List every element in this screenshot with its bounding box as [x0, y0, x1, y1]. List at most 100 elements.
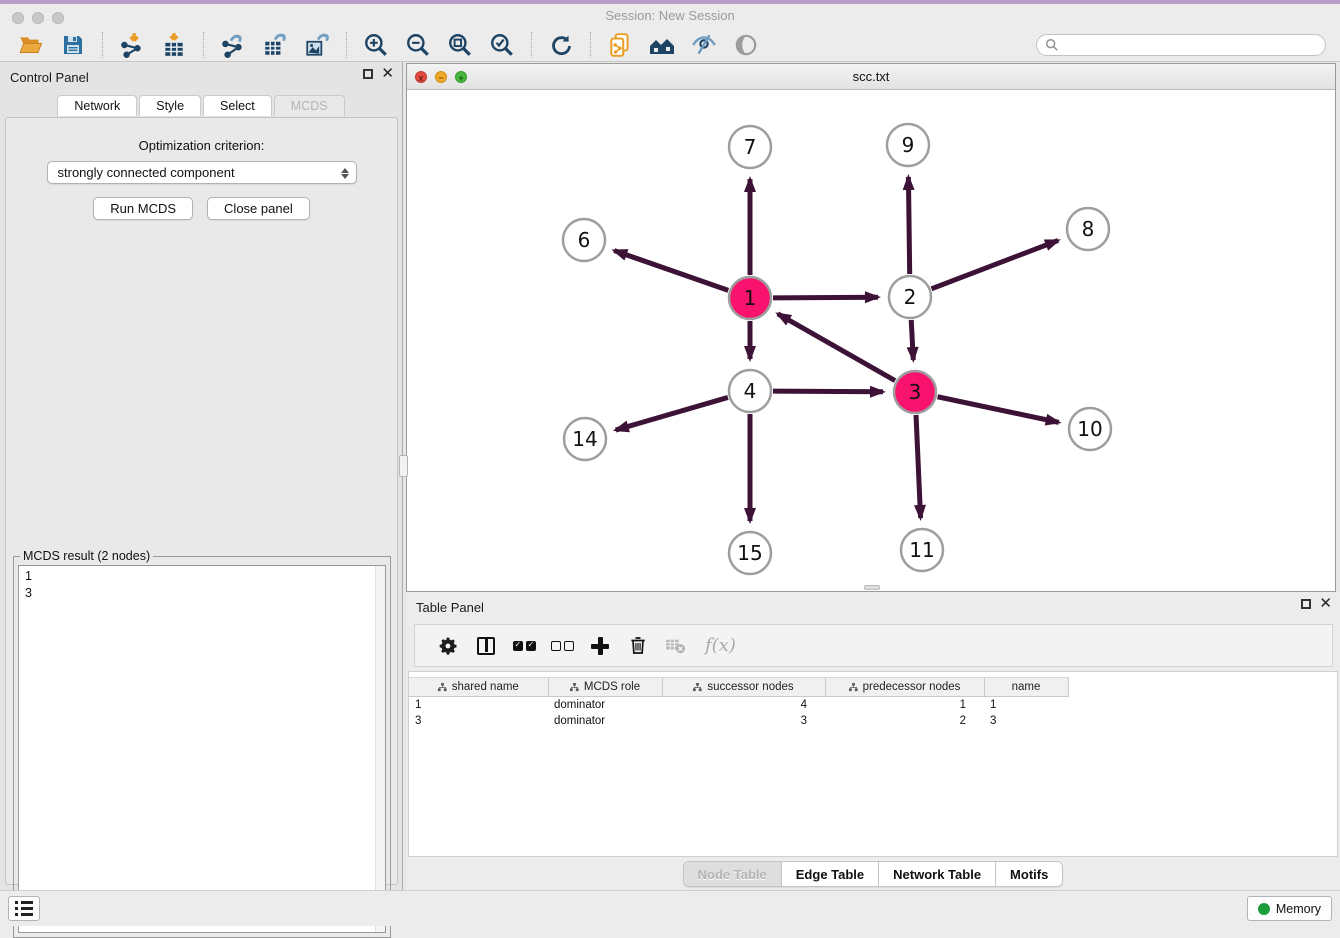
tab-edge-table[interactable]: Edge Table [782, 862, 879, 886]
hide-graphics-details-button[interactable] [690, 31, 718, 59]
cell-MCDS-role[interactable]: dominator [548, 697, 662, 713]
criterion-dropdown[interactable]: strongly connected component [47, 161, 357, 184]
zoom-in-button[interactable] [362, 31, 390, 59]
open-folder-icon [18, 32, 44, 58]
float-panel-icon[interactable] [363, 69, 373, 79]
mcds-tab-content: Optimization criterion: strongly connect… [5, 117, 398, 885]
export-table-button[interactable] [261, 31, 289, 59]
cell-successor-nodes[interactable]: 4 [662, 697, 825, 713]
column-header-successor-nodes[interactable]: successor nodes [662, 678, 825, 697]
eye-slash-icon [691, 32, 717, 58]
mcds-result-textarea[interactable]: 1 3 [18, 565, 386, 933]
eye-icon [733, 32, 759, 58]
import-table-button[interactable] [160, 31, 188, 59]
tab-select[interactable]: Select [203, 95, 272, 116]
column-layout-icon [477, 637, 495, 655]
import-network-button[interactable] [118, 31, 146, 59]
table-row[interactable]: 1dominator411 [409, 697, 1333, 713]
run-mcds-button[interactable]: Run MCDS [93, 197, 193, 220]
zoom-in-icon [363, 32, 389, 58]
result-scrollbar[interactable] [375, 566, 385, 932]
add-column-button[interactable] [587, 633, 613, 659]
edge-3-1[interactable] [778, 314, 895, 381]
cell-predecessor-nodes[interactable]: 1 [825, 697, 984, 713]
memory-status-icon [1258, 903, 1270, 915]
edge-1-2[interactable] [773, 297, 878, 298]
cell-name[interactable]: 1 [984, 697, 1068, 713]
cell-shared-name[interactable]: 3 [409, 713, 548, 729]
edge-3-10[interactable] [938, 397, 1059, 423]
column-header-MCDS-role[interactable]: MCDS role [548, 678, 662, 697]
list-icon [15, 901, 33, 916]
network-window-titlebar[interactable]: x − + scc.txt [407, 64, 1335, 90]
float-table-panel-icon[interactable] [1301, 599, 1311, 609]
column-header-shared-name[interactable]: shared name [409, 678, 548, 697]
clone-network-icon [607, 32, 633, 58]
show-graphics-details-button[interactable] [732, 31, 760, 59]
export-image-button[interactable] [303, 31, 331, 59]
close-panel-button[interactable]: Close panel [207, 197, 310, 220]
node-label-14: 14 [572, 427, 597, 451]
canvas-resize-grip[interactable] [864, 585, 880, 590]
task-history-button[interactable] [8, 896, 40, 921]
node-label-7: 7 [744, 135, 757, 159]
edge-4-3[interactable] [773, 391, 883, 392]
table-options-gear-button[interactable] [435, 633, 461, 659]
first-neighbors-button[interactable] [648, 31, 676, 59]
attribute-icon [849, 683, 858, 692]
cell-name[interactable]: 3 [984, 713, 1068, 729]
tab-style[interactable]: Style [139, 95, 201, 116]
new-network-from-selection-button[interactable] [606, 31, 634, 59]
delete-column-button[interactable] [625, 633, 651, 659]
cell-predecessor-nodes[interactable]: 2 [825, 713, 984, 729]
search-input[interactable] [1059, 36, 1325, 54]
cell-successor-nodes[interactable]: 3 [662, 713, 825, 729]
main-toolbar [0, 28, 1340, 62]
close-table-panel-icon[interactable]: ✕ [1319, 599, 1332, 609]
column-header-predecessor-nodes[interactable]: predecessor nodes [825, 678, 984, 697]
tab-mcds[interactable]: MCDS [274, 95, 345, 116]
node-label-10: 10 [1077, 417, 1102, 441]
edge-3-11[interactable] [916, 415, 921, 518]
deselect-all-columns-button[interactable] [549, 633, 575, 659]
node-label-9: 9 [902, 133, 915, 157]
column-header-name[interactable]: name [984, 678, 1068, 697]
save-session-button[interactable] [59, 31, 87, 59]
control-panel: Control Panel ✕ Network Style Select MCD… [0, 62, 403, 890]
edge-2-8[interactable] [931, 240, 1058, 288]
tab-network[interactable]: Network [57, 95, 137, 116]
select-all-columns-button[interactable] [511, 633, 537, 659]
tab-network-table[interactable]: Network Table [879, 862, 996, 886]
memory-button[interactable]: Memory [1247, 896, 1332, 921]
search-field[interactable] [1036, 34, 1326, 56]
export-network-button[interactable] [219, 31, 247, 59]
export-table-icon [262, 32, 288, 58]
zoom-out-button[interactable] [404, 31, 432, 59]
toolbar-separator [102, 32, 103, 58]
zoom-selected-button[interactable] [488, 31, 516, 59]
edge-2-9[interactable] [908, 177, 909, 274]
edge-2-3[interactable] [911, 320, 913, 360]
network-canvas[interactable]: 7968124314101511 [408, 91, 1334, 591]
edge-4-14[interactable] [616, 397, 728, 430]
node-label-4: 4 [744, 379, 757, 403]
column-layout-button[interactable] [473, 633, 499, 659]
cell-MCDS-role[interactable]: dominator [548, 713, 662, 729]
tab-motifs[interactable]: Motifs [996, 862, 1062, 886]
panel-splitter-grip[interactable] [399, 455, 408, 477]
function-builder-button[interactable]: f(x) [701, 633, 736, 659]
zoom-fit-button[interactable] [446, 31, 474, 59]
table-panel: Table Panel ✕ f(x) shared nameMCDS roles [406, 592, 1340, 890]
network-graph[interactable]: 7968124314101511 [408, 91, 1334, 591]
checked-box-icon [513, 641, 523, 651]
node-label-11: 11 [909, 538, 934, 562]
table-row[interactable]: 3dominator323 [409, 713, 1333, 729]
open-session-button[interactable] [17, 31, 45, 59]
edge-1-6[interactable] [614, 251, 728, 291]
tab-node-table[interactable]: Node Table [684, 862, 782, 886]
close-panel-icon[interactable]: ✕ [381, 69, 394, 79]
node-table[interactable]: shared nameMCDS rolesuccessor nodesprede… [408, 671, 1338, 857]
delete-table-button[interactable] [663, 633, 689, 659]
apply-layout-button[interactable] [547, 31, 575, 59]
cell-shared-name[interactable]: 1 [409, 697, 548, 713]
